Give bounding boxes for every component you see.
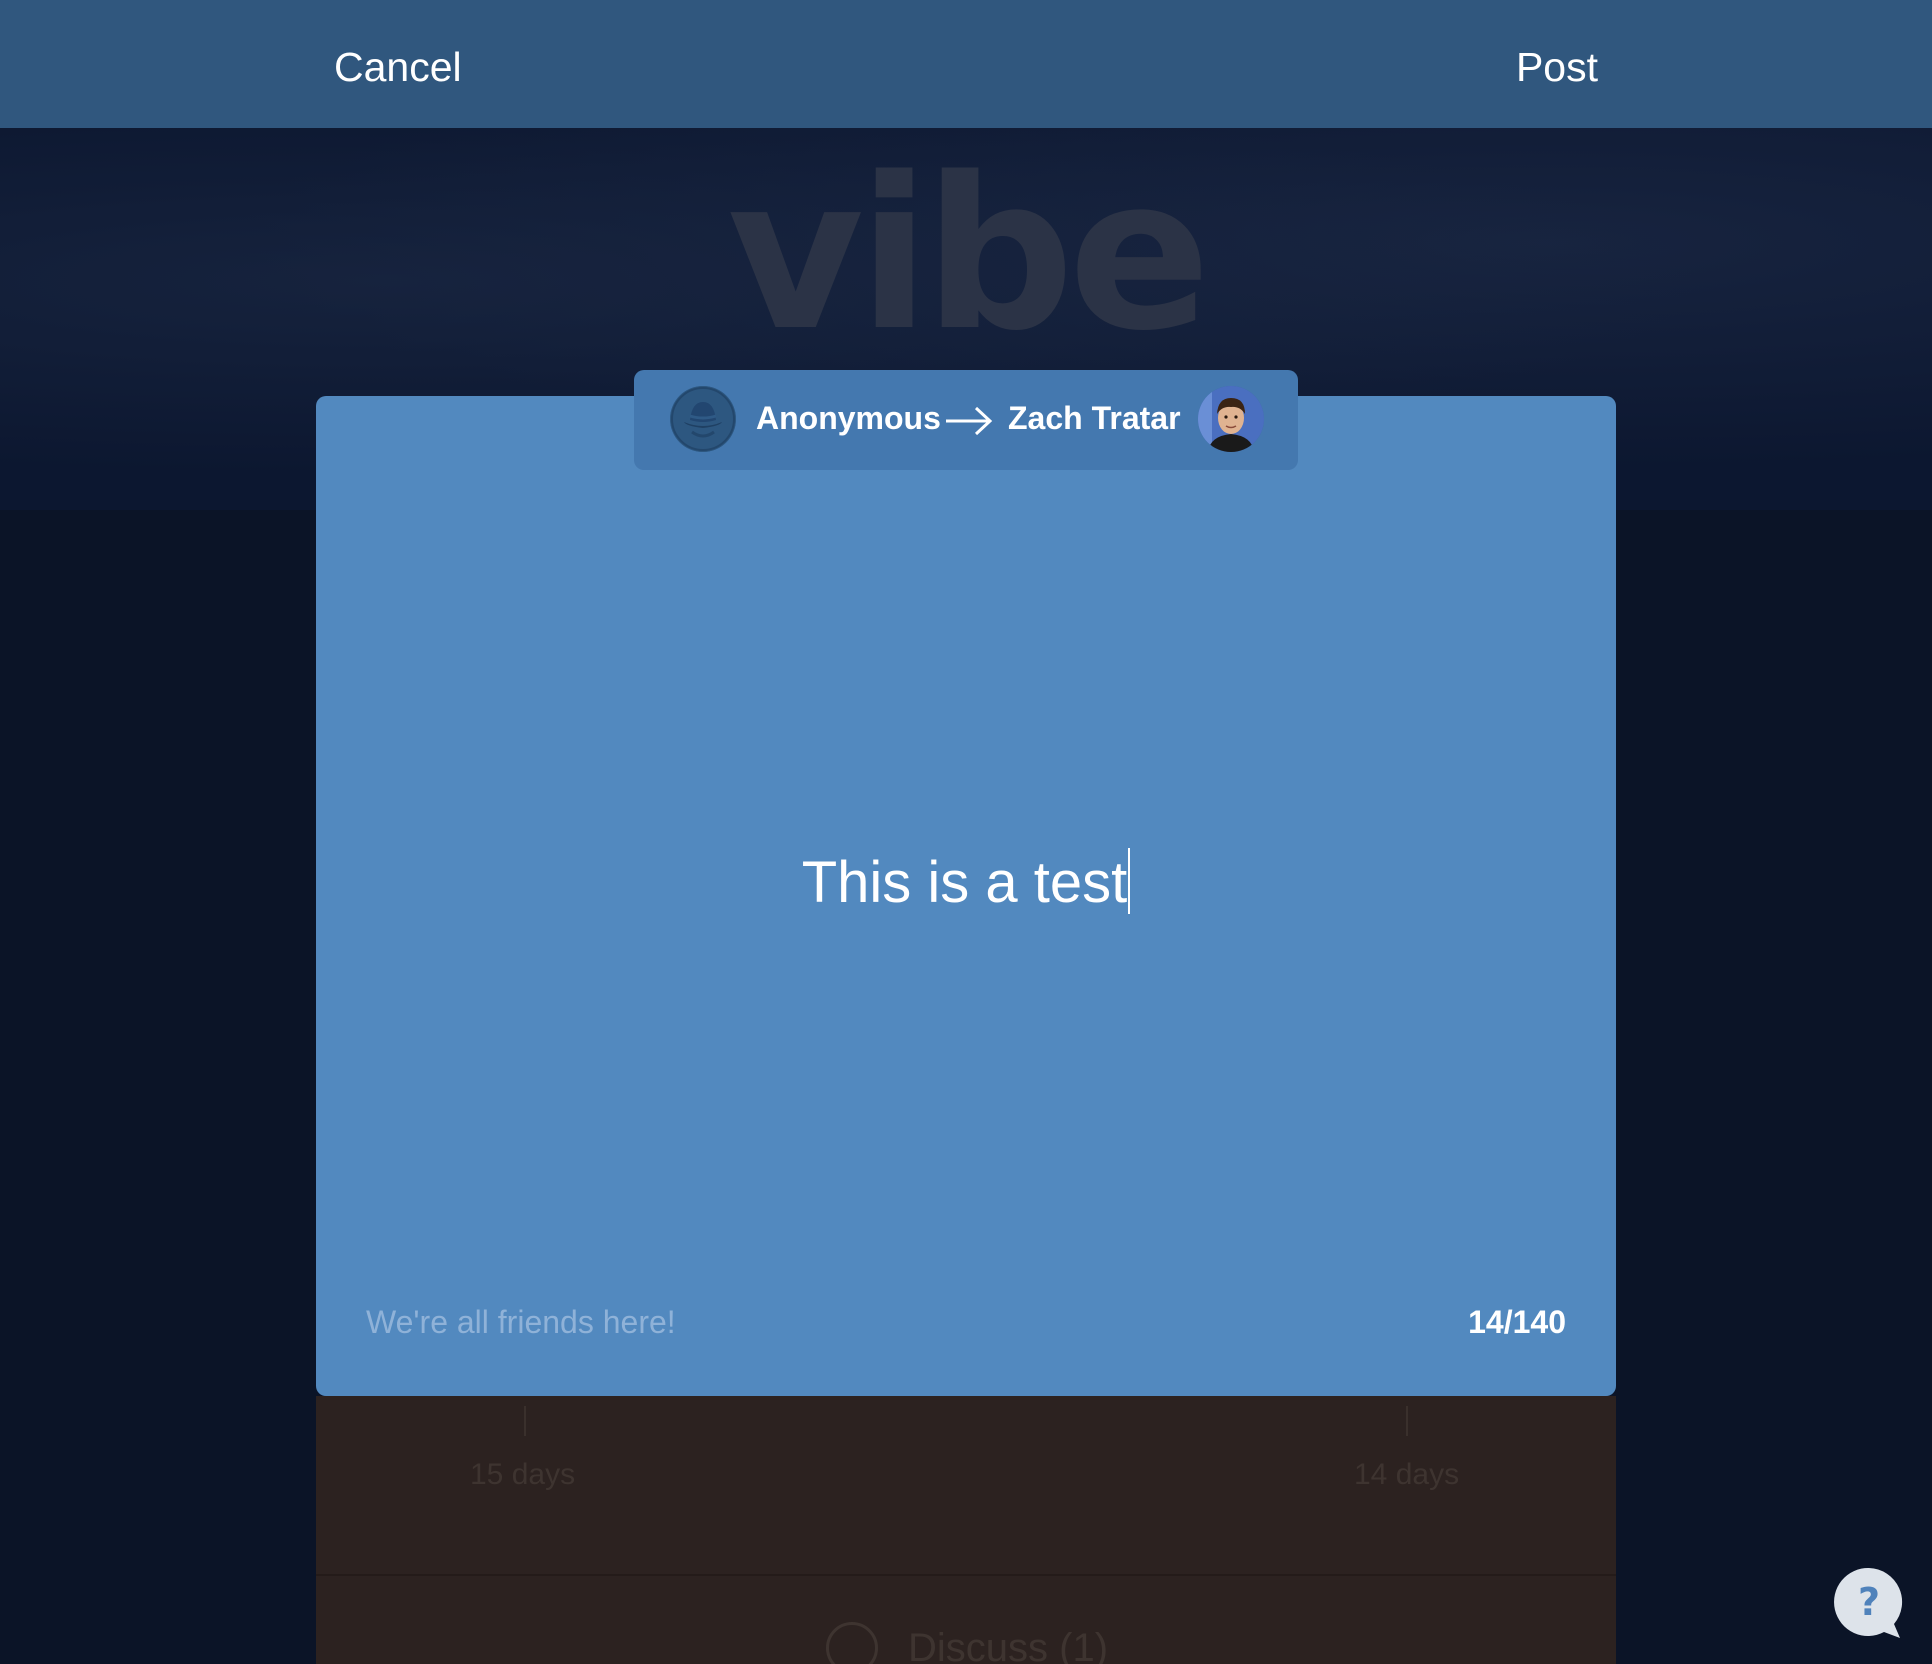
timeline-tick: [1406, 1406, 1408, 1436]
help-question-mark: ?: [1858, 1580, 1880, 1624]
days-label-right: 14 days: [1354, 1458, 1460, 1491]
discuss-button: Discuss (1): [826, 1622, 1108, 1664]
message-text: This is a test: [801, 850, 1128, 915]
divider: [316, 1574, 1616, 1576]
vibe-logo: vibe: [727, 132, 1211, 377]
discuss-label: Discuss (1): [908, 1625, 1109, 1664]
recipient-avatar[interactable]: [1198, 386, 1264, 452]
message-input[interactable]: This is a test: [316, 848, 1616, 916]
days-label-left: 15 days: [470, 1458, 576, 1491]
compose-card: This is a test We're all friends here! 1…: [316, 396, 1616, 1396]
app-window: Cancel Post vibe 15 days 14 days Discuss…: [0, 0, 1932, 1664]
sender-recipient-header: Anonymous Zach Tratar: [634, 370, 1298, 470]
post-button[interactable]: Post: [1516, 44, 1598, 91]
anonymous-avatar[interactable]: [670, 386, 736, 452]
arrow-right-icon: [946, 406, 993, 436]
sender-name: Anonymous: [756, 400, 941, 436]
text-cursor: [1128, 848, 1131, 914]
comment-icon: [826, 1622, 878, 1664]
character-count: 14/140: [1468, 1304, 1566, 1340]
profile-photo-icon: [1198, 386, 1264, 452]
cancel-button[interactable]: Cancel: [334, 44, 462, 91]
top-bar: Cancel Post: [0, 0, 1932, 128]
help-bubble-icon: ?: [1834, 1567, 1903, 1638]
recipient-name: Zach Tratar: [1008, 400, 1181, 436]
help-button[interactable]: ?: [1832, 1566, 1906, 1640]
incognito-hat-icon: [670, 386, 736, 452]
background-post-card: 15 days 14 days Discuss (1): [316, 1396, 1616, 1664]
hint-text: We're all friends here!: [366, 1304, 676, 1340]
timeline-tick: [524, 1406, 526, 1436]
